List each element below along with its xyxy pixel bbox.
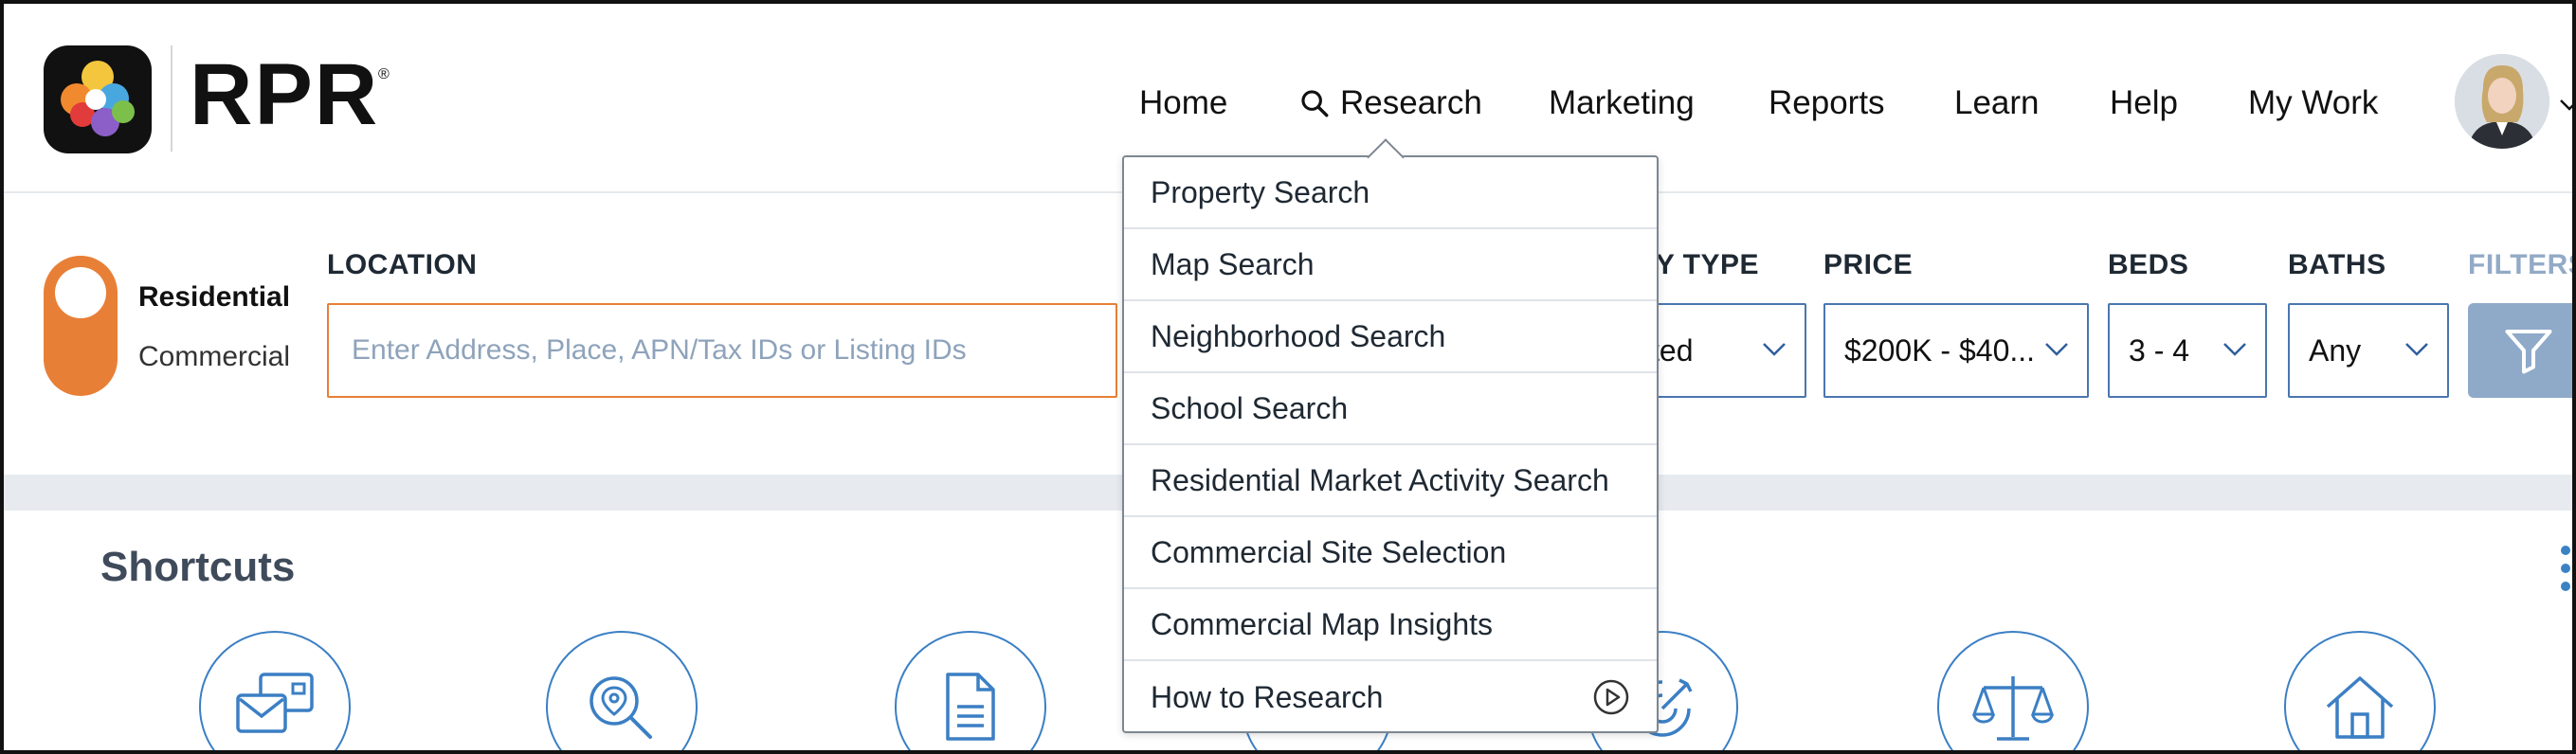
nav-marketing[interactable]: Marketing: [1549, 80, 1695, 127]
price-select[interactable]: $200K - $40...: [1823, 303, 2089, 398]
user-avatar[interactable]: [2455, 54, 2549, 149]
toggle-commercial-label[interactable]: Commercial: [138, 341, 290, 373]
toggle-residential-label[interactable]: Residential: [138, 281, 290, 314]
price-value: $200K - $40...: [1844, 332, 2036, 368]
scales-icon: [1971, 676, 2055, 741]
location-label: LOCATION: [327, 249, 478, 280]
app-window: RPR ® Home Research Marketing Reports Le…: [0, 0, 2576, 754]
nav-my-work[interactable]: My Work: [2248, 80, 2378, 127]
shortcuts-title: Shortcuts: [100, 544, 296, 590]
kebab-menu-icon[interactable]: [2561, 546, 2570, 600]
chevron-down-icon: [2223, 343, 2246, 356]
play-circle-icon[interactable]: [1592, 678, 1630, 716]
menu-item-commercial-site-selection[interactable]: Commercial Site Selection: [1124, 517, 1657, 589]
menu-item-school-search[interactable]: School Search: [1124, 373, 1657, 445]
location-search-input[interactable]: [327, 303, 1117, 398]
shortcut-messages[interactable]: [199, 631, 351, 750]
baths-select[interactable]: Any: [2288, 303, 2449, 398]
chevron-down-icon: [2405, 343, 2428, 356]
menu-item-map-search[interactable]: Map Search: [1124, 229, 1657, 301]
how-to-research-label: How to Research: [1151, 679, 1384, 714]
nav-home[interactable]: Home: [1139, 80, 1227, 127]
avatar-portrait-icon: [2455, 54, 2549, 149]
nav-reports[interactable]: Reports: [1769, 80, 1885, 127]
baths-value: Any: [2309, 332, 2362, 368]
research-dropdown-menu: Property Search Map Search Neighborhood …: [1122, 155, 1659, 733]
shortcut-reports[interactable]: [895, 631, 1046, 750]
price-label: PRICE: [1823, 249, 1914, 280]
menu-item-commercial-map-insights[interactable]: Commercial Map Insights: [1124, 589, 1657, 661]
filter-funnel-icon: [2505, 330, 2552, 374]
beds-value: 3 - 4: [2129, 332, 2190, 368]
shortcut-home[interactable]: [2284, 631, 2436, 750]
map-search-icon: [590, 676, 652, 739]
nav-research[interactable]: Research: [1298, 80, 1482, 127]
shortcut-map-search[interactable]: [546, 631, 698, 750]
toggle-knob: [55, 267, 106, 318]
menu-item-residential-market-activity-search[interactable]: Residential Market Activity Search: [1124, 445, 1657, 517]
filters-label: FILTERS: [2468, 249, 2576, 280]
beds-label: BEDS: [2108, 249, 2189, 280]
nav-learn[interactable]: Learn: [1954, 80, 2040, 127]
document-icon: [946, 673, 995, 741]
beds-select[interactable]: 3 - 4: [2108, 303, 2267, 398]
property-class-toggle[interactable]: [44, 256, 118, 396]
menu-item-how-to-research[interactable]: How to Research: [1124, 661, 1657, 731]
baths-label: BATHS: [2288, 249, 2386, 280]
menu-item-neighborhood-search[interactable]: Neighborhood Search: [1124, 301, 1657, 373]
account-chevron-down-icon[interactable]: [2559, 99, 2576, 112]
search-icon: [1301, 90, 1329, 117]
shortcut-compare[interactable]: [1937, 631, 2089, 750]
nav-help[interactable]: Help: [2110, 80, 2178, 127]
chevron-down-icon: [2045, 343, 2068, 356]
chevron-down-icon: [1763, 343, 1786, 356]
main-nav: Home Research Marketing Reports Learn He…: [4, 80, 2572, 127]
nav-research-label: Research: [1340, 84, 1482, 121]
mail-cards-icon: [236, 673, 314, 733]
home-icon: [2326, 676, 2394, 739]
filters-button[interactable]: [2468, 303, 2572, 398]
